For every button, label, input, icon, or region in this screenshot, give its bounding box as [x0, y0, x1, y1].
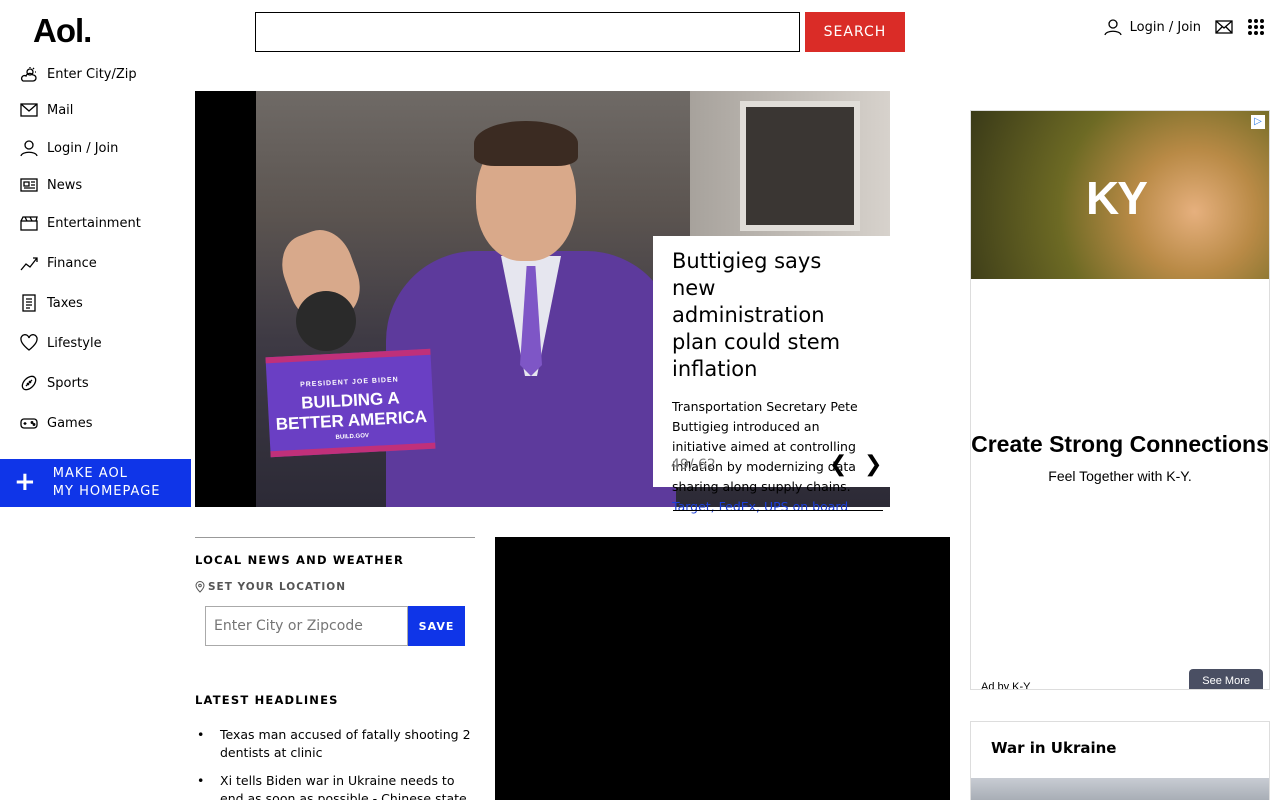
sidebar-item-label: Mail: [47, 102, 74, 118]
ad-headline: Create Strong Connections: [971, 431, 1269, 457]
chevron-right-icon[interactable]: ❯: [864, 452, 882, 477]
hero-image-podium-sign: PRESIDENT JOE BIDEN BUILDING A BETTER AM…: [265, 348, 436, 458]
plus-icon: +: [14, 467, 37, 498]
sidebar-item-label: News: [47, 177, 83, 193]
hero-card: Buttigieg says new administration plan c…: [653, 236, 890, 514]
sidebar-item-lifestyle[interactable]: Lifestyle: [0, 323, 191, 363]
war-in-ukraine-module[interactable]: War in Ukraine: [970, 721, 1270, 800]
ad-sponsor: Ad by K-Y: [981, 681, 1031, 690]
gamepad-icon: [20, 418, 38, 429]
ukraine-module-title[interactable]: War in Ukraine: [971, 722, 1269, 757]
headline-item[interactable]: Xi tells Biden war in Ukraine needs to e…: [197, 772, 477, 800]
search-input[interactable]: [255, 12, 800, 52]
weather-icon: [20, 66, 37, 82]
sidebar-item-finance[interactable]: Finance: [0, 243, 191, 283]
user-icon: [1104, 19, 1122, 36]
apps-grid-icon[interactable]: [1247, 18, 1265, 36]
clapperboard-icon: [20, 216, 38, 231]
header-actions: Login / Join: [1104, 18, 1265, 36]
user-icon: [20, 140, 38, 157]
sidebar-item-label: Enter City/Zip: [47, 67, 137, 82]
header-login-label: Login / Join: [1129, 19, 1201, 35]
football-icon: [21, 375, 37, 391]
ukraine-module-image[interactable]: [971, 778, 1269, 800]
local-news-section: LOCAL NEWS AND WEATHER SET YOUR LOCATION…: [195, 537, 475, 646]
chart-icon: [20, 257, 38, 271]
location-pin-icon: [195, 581, 205, 593]
tax-icon: [22, 294, 36, 312]
ad-image[interactable]: KY ▷: [971, 111, 1269, 279]
sidebar-item-login[interactable]: Login / Join: [0, 129, 191, 167]
heart-icon: [20, 334, 38, 351]
adchoices-icon[interactable]: ▷: [1251, 115, 1265, 129]
hero-related-link[interactable]: Target, FedEx, UPS on board: [672, 497, 871, 517]
news-icon: [20, 178, 38, 192]
mail-icon[interactable]: [1215, 18, 1233, 36]
podium-sign-small-text: PRESIDENT JOE BIDEN: [299, 376, 399, 389]
mail-icon: [20, 103, 38, 117]
make-homepage-button[interactable]: + MAKE AOL MY HOMEPAGE: [0, 459, 191, 507]
podium-sign-text: BUILDING A BETTER AMERICA: [275, 388, 428, 434]
sidebar-item-label: Taxes: [47, 295, 83, 311]
make-homepage-line1: MAKE AOL: [52, 466, 128, 482]
sidebar-item-games[interactable]: Games: [0, 403, 191, 443]
set-location-link[interactable]: SET YOUR LOCATION: [195, 581, 475, 593]
aol-logo[interactable]: Aol.: [33, 12, 92, 50]
sidebar-item-sports[interactable]: Sports: [0, 363, 191, 403]
header-login-link[interactable]: Login / Join: [1104, 18, 1201, 36]
sidebar-item-news[interactable]: News: [0, 167, 191, 203]
sidebar-item-label: Entertainment: [47, 215, 141, 231]
search-bar: SEARCH: [255, 12, 905, 52]
ad-see-more-button[interactable]: See More: [1189, 669, 1263, 689]
chevron-left-icon[interactable]: ❮: [829, 452, 847, 477]
sidebar-item-entertainment[interactable]: Entertainment: [0, 203, 191, 243]
zipcode-input[interactable]: [205, 606, 408, 646]
hero-description: Transportation Secretary Pete Buttigieg …: [672, 399, 858, 494]
sidebar-item-label: Finance: [47, 255, 97, 271]
hero-divider: [673, 510, 883, 511]
slide-counter: 49/ 62: [671, 457, 716, 473]
search-button[interactable]: SEARCH: [805, 12, 905, 52]
local-news-title: LOCAL NEWS AND WEATHER: [195, 553, 405, 567]
make-homepage-label: MAKE AOL MY HOMEPAGE: [53, 465, 161, 500]
hero-title[interactable]: Buttigieg says new administration plan c…: [672, 248, 871, 383]
sidebar-item-label: Games: [47, 415, 93, 431]
hero-image-microphone: [296, 291, 356, 351]
sidebar-nav: Enter City/Zip Mail Login / Join News En…: [0, 58, 191, 443]
headline-item[interactable]: Texas man accused of fatally shooting 2 …: [197, 726, 477, 762]
latest-headlines-title: LATEST HEADLINES: [195, 693, 339, 707]
advertisement[interactable]: KY ▷ Create Strong Connections Feel Toge…: [970, 110, 1270, 690]
ad-brand-logo: KY: [1086, 172, 1148, 224]
sidebar-item-mail[interactable]: Mail: [0, 91, 191, 129]
ad-subline: Feel Together with K-Y.: [1048, 468, 1192, 484]
set-location-label: SET YOUR LOCATION: [208, 581, 347, 593]
video-player[interactable]: [495, 537, 950, 800]
hero-image-window: [740, 101, 860, 231]
sidebar-item-weather[interactable]: Enter City/Zip: [0, 58, 191, 91]
latest-headlines-list: Texas man accused of fatally shooting 2 …: [197, 726, 477, 800]
sidebar-item-taxes[interactable]: Taxes: [0, 283, 191, 323]
zip-form: SAVE: [205, 606, 475, 646]
make-homepage-line2: MY HOMEPAGE: [52, 484, 161, 499]
hero-image-hair: [474, 121, 578, 166]
sidebar-item-label: Sports: [47, 375, 89, 391]
sidebar-item-label: Lifestyle: [47, 335, 102, 351]
sidebar-item-label: Login / Join: [47, 140, 119, 156]
save-location-button[interactable]: SAVE: [408, 606, 465, 646]
